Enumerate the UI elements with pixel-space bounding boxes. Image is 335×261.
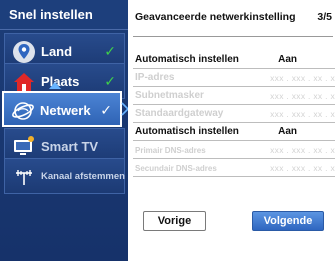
page-title: Geavanceerde netwerkinstelling	[135, 11, 296, 23]
setting-row-primary-dns: Primair DNS-adres xxx . xxx . xx . x	[133, 142, 335, 159]
next-button[interactable]: Volgende	[252, 211, 324, 231]
sidebar-header: Snel instellen	[0, 0, 128, 30]
setting-label: Automatisch instellen	[135, 126, 239, 137]
setting-label: Standaardgateway	[135, 108, 224, 119]
setting-label: IP-adres	[135, 72, 175, 83]
setting-value: xxx . xxx . xx . x	[270, 163, 335, 173]
setting-label: Automatisch instellen	[135, 54, 239, 65]
setting-row-auto-ip[interactable]: Automatisch instellen Aan	[133, 52, 335, 69]
sidebar-item-label: Kanaal afstemmen	[41, 171, 125, 182]
setting-row-default-gateway: Standaardgateway xxx . xxx . xx . x	[133, 106, 335, 123]
setting-row-auto-dns[interactable]: Automatisch instellen Aan	[133, 124, 335, 141]
sidebar-item-netwerk[interactable]: Netwerk ✓	[2, 91, 122, 127]
setting-value: xxx . xxx . xx . x	[270, 145, 335, 155]
setting-row-secondary-dns: Secundair DNS-adres xxx . xxx . xx . x	[133, 160, 335, 177]
setting-value: Aan	[278, 54, 297, 65]
setting-row-ip-address: IP-adres xxx . xxx . xx . x	[133, 70, 335, 87]
antenna-icon	[12, 165, 36, 189]
setting-value: Aan	[278, 126, 297, 137]
divider	[133, 36, 333, 37]
sidebar-item-kanaal-afstemmen[interactable]: Kanaal afstemmen	[4, 158, 125, 194]
sidebar-item-label: Netwerk	[40, 103, 91, 118]
sidebar-item-label: Smart TV	[41, 139, 99, 154]
setting-value: xxx . xxx . xx . x	[270, 73, 335, 83]
main-panel: Geavanceerde netwerkinstelling 3/5 Autom…	[128, 0, 335, 261]
sidebar: Snel instellen Land ✓ Plaats ✓ Netwerk ✓…	[0, 0, 129, 261]
selection-indicator-icon	[49, 82, 61, 89]
page-indicator: 3/5	[317, 11, 332, 23]
setting-value: xxx . xxx . xx . x	[270, 91, 335, 101]
network-globe-icon	[11, 99, 35, 123]
location-pin-icon	[12, 40, 36, 64]
tv-icon	[12, 135, 36, 159]
setting-label: Subnetmasker	[135, 90, 204, 101]
sidebar-item-label: Land	[41, 44, 73, 59]
check-mark-icon: ✓	[104, 73, 116, 89]
check-mark-icon: ✓	[104, 43, 116, 59]
previous-button[interactable]: Vorige	[143, 211, 206, 231]
setting-label: Secundair DNS-adres	[135, 164, 217, 173]
setting-value: xxx . xxx . xx . x	[270, 109, 335, 119]
setting-label: Primair DNS-adres	[135, 146, 206, 155]
setting-row-subnet-mask: Subnetmasker xxx . xxx . xx . x	[133, 88, 335, 105]
check-mark-icon: ✓	[100, 102, 112, 118]
